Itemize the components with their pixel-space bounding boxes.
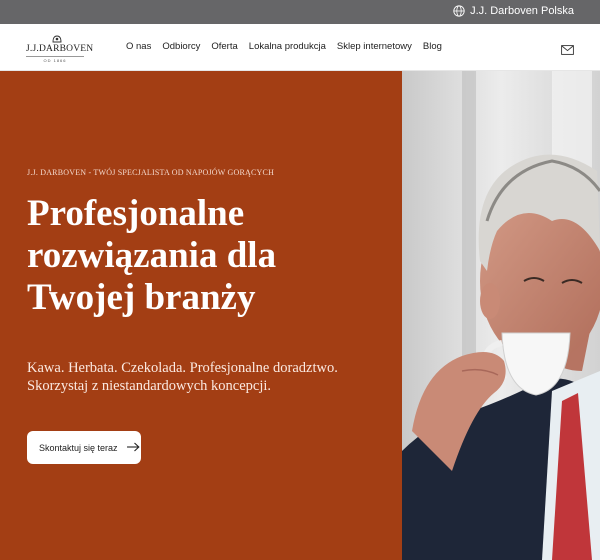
man-drinking-coffee-photo (402, 71, 600, 560)
hero-headline-line: rozwiązania dla (27, 235, 277, 276)
contact-button[interactable]: Skontaktuj się teraz (27, 431, 141, 464)
contact-button-label: Skontaktuj się teraz (39, 442, 118, 453)
nav-item-blog[interactable]: Blog (423, 41, 442, 52)
hero-subtext-line: Kawa. Herbata. Czekolada. Profesjonalne … (27, 360, 338, 376)
hero-headline: Profesjonalne rozwiązania dla Twojej bra… (27, 193, 397, 319)
nav-item-lokalna-produkcja[interactable]: Lokalna produkcja (249, 41, 326, 52)
hero-subtext: Kawa. Herbata. Czekolada. Profesjonalne … (27, 359, 397, 395)
nav-item-oferta[interactable]: Oferta (211, 41, 237, 52)
arrow-right-icon (126, 439, 140, 457)
region-selector[interactable]: J.J. Darboven Polska (453, 5, 574, 17)
brand-name: J.J.DARBOVEN (26, 44, 94, 54)
hero-headline-line: Profesjonalne (27, 193, 245, 234)
hero-eyebrow: J.J. DARBOVEN - TWÓJ SPECJALISTA OD NAPO… (27, 168, 275, 177)
nav-item-sklep-internetowy[interactable]: Sklep internetowy (337, 41, 412, 52)
nav-menu: O nas Odbiorcy Oferta Lokalna produkcja … (126, 41, 442, 52)
hero-headline-line: Twojej branży (27, 277, 256, 318)
main-navigation: J.J.DARBOVEN OD 1866 O nas Odbiorcy Ofer… (0, 24, 600, 71)
globe-icon (453, 5, 465, 17)
mail-icon[interactable] (561, 42, 574, 60)
nav-item-o-nas[interactable]: O nas (126, 41, 151, 52)
region-label: J.J. Darboven Polska (470, 5, 574, 17)
logo-mark-icon (52, 35, 62, 43)
top-bar: J.J. Darboven Polska (0, 0, 600, 24)
nav-item-odbiorcy[interactable]: Odbiorcy (162, 41, 200, 52)
brand-logo[interactable]: J.J.DARBOVEN OD 1866 (26, 34, 94, 63)
brand-since: OD 1866 (26, 56, 84, 63)
hero-subtext-line: Skorzystaj z niestandardowych koncepcji. (27, 378, 272, 394)
